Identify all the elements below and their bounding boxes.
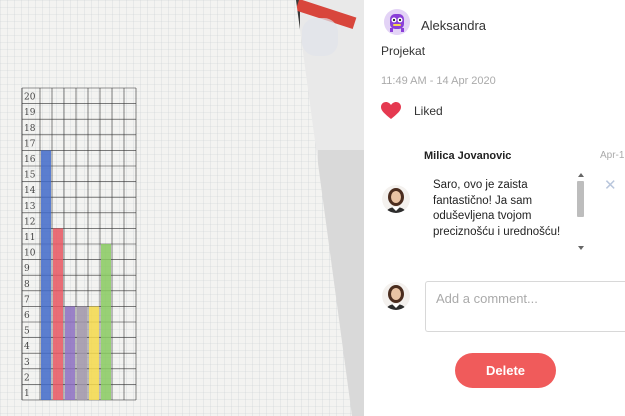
close-icon[interactable]: ✕	[604, 176, 617, 194]
user-photo-icon	[382, 185, 410, 213]
comment-author[interactable]: Milica Jovanovic	[424, 150, 511, 162]
drawn-axis-label: 15	[24, 171, 36, 181]
post-photo: 20 19 18 17 16 15 14 13 12 11 10 9 8 7 6 5 4 3 2 1	[0, 0, 364, 416]
comment-avatar	[382, 185, 410, 213]
photo-drawing: 20 19 18 17 16 15 14 13 12 11 10 9 8 7 6 5 4 3 2 1	[0, 0, 364, 416]
comment-date: Apr-1	[600, 150, 625, 161]
drawn-bar	[65, 306, 75, 400]
comment-input[interactable]	[425, 281, 625, 332]
post-timestamp: 11:49 AM - 14 Apr 2020	[381, 75, 496, 87]
comment-text: Saro, ovo je zaista fantastično! Ja sam …	[433, 179, 561, 238]
user-photo-icon	[382, 282, 410, 310]
drawn-axis-label: 14	[24, 186, 36, 196]
drawn-axis-label: 9	[24, 264, 30, 274]
drawn-axis-label: 1	[24, 389, 30, 399]
like-toggle[interactable]: Liked	[381, 102, 443, 120]
drawn-axis-label: 8	[24, 280, 30, 290]
monster-avatar-icon	[384, 9, 410, 35]
heart-icon[interactable]	[381, 102, 401, 120]
scroll-thumb[interactable]	[577, 181, 584, 217]
drawn-bar	[41, 150, 51, 400]
post-caption: Projekat	[381, 44, 426, 58]
drawn-axis-label: 18	[24, 124, 36, 134]
drawn-axis-label: 11	[24, 233, 35, 243]
comment-scrollbar[interactable]	[575, 171, 586, 253]
drawn-axis-label: 4	[24, 342, 30, 352]
drawn-bar	[89, 306, 99, 400]
post-detail-panel: Aleksandra Projekat 11:49 AM - 14 Apr 20…	[364, 0, 625, 416]
drawn-axis-label: 19	[24, 108, 36, 118]
delete-button[interactable]: Delete	[455, 353, 556, 388]
drawn-axis-label: 7	[24, 295, 30, 305]
drawn-axis-label: 2	[24, 373, 30, 383]
drawn-bar	[101, 244, 111, 400]
drawn-axis-label: 20	[24, 93, 36, 103]
comment-body: Saro, ovo je zaista fantastično! Ja sam …	[421, 171, 587, 253]
scroll-down-arrow-icon[interactable]	[578, 246, 584, 250]
drawn-axis-label: 17	[24, 139, 36, 149]
drawn-axis-label: 3	[24, 358, 30, 368]
composer-avatar	[382, 282, 410, 310]
drawn-bar	[77, 306, 87, 400]
drawn-axis-label: 5	[24, 327, 30, 337]
drawn-bar	[53, 228, 63, 400]
drawn-axis-label: 6	[24, 311, 30, 321]
liked-label: Liked	[414, 104, 443, 118]
drawn-axis-label: 10	[24, 249, 36, 259]
drawn-axis-label: 16	[24, 155, 36, 165]
drawn-axis-label: 13	[24, 202, 36, 212]
author-avatar[interactable]	[384, 9, 410, 35]
scroll-up-arrow-icon[interactable]	[578, 173, 584, 177]
author-name[interactable]: Aleksandra	[421, 18, 486, 33]
drawn-axis-label: 12	[24, 217, 35, 227]
